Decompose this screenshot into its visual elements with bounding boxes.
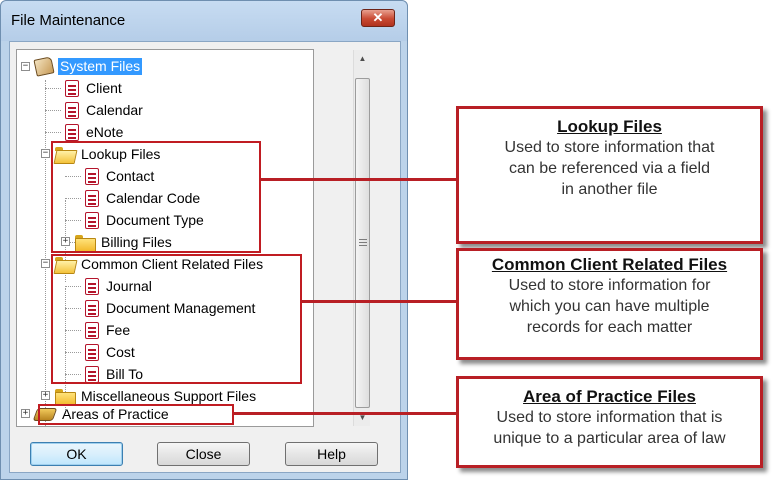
help-button[interactable]: Help	[285, 442, 378, 466]
title-bar[interactable]: File Maintenance ✕	[1, 1, 407, 41]
expand-misc-support-files-toggle[interactable]: +	[41, 391, 50, 400]
scroll-thumb[interactable]	[355, 78, 370, 408]
lookup-files-callout: Lookup Files Used to store information t…	[456, 106, 763, 244]
tree-node-calendar[interactable]: Calendar	[65, 101, 145, 120]
close-window-button[interactable]: ✕	[361, 9, 395, 27]
callout-line: Used to store information that is	[496, 409, 723, 426]
tree-node-label: Client	[86, 80, 122, 96]
common-client-files-callout: Common Client Related Files Used to stor…	[456, 248, 763, 360]
lookup-connector-line	[261, 178, 459, 181]
area-of-practice-callout: Area of Practice Files Used to store inf…	[456, 376, 763, 468]
common-connector-line	[302, 300, 457, 303]
tree-node-label: Calendar	[86, 102, 143, 118]
collapse-lookup-files-toggle[interactable]: −	[41, 149, 50, 158]
tree-node-label: eNote	[86, 124, 124, 140]
common-client-files-highlight	[51, 254, 302, 384]
callout-line: Used to store information for	[508, 277, 711, 294]
callout-title: Common Client Related Files	[491, 255, 728, 274]
tree-node-system-files[interactable]: System Files	[33, 56, 143, 77]
practice-connector-line	[234, 412, 459, 415]
callout-title: Area of Practice Files	[523, 387, 696, 406]
scroll-up-arrow-icon[interactable]: ▲	[354, 50, 371, 67]
callout-line: which you can have multiple	[509, 298, 710, 315]
tree-node-client[interactable]: Client	[65, 79, 124, 98]
tree-node-label: System Files	[58, 58, 143, 75]
book-icon	[33, 56, 55, 77]
callout-line: can be referenced via a field	[508, 160, 710, 177]
tree-node-label: Miscellaneous Support Files	[81, 388, 257, 404]
callout-line: records for each matter	[526, 319, 693, 336]
lookup-files-highlight	[51, 141, 261, 253]
window-title: File Maintenance	[11, 12, 126, 29]
document-icon	[65, 80, 79, 97]
document-icon	[65, 102, 79, 119]
callout-line: in another file	[561, 181, 658, 198]
folder-icon	[55, 389, 76, 406]
close-icon: ✕	[372, 10, 384, 25]
callout-title: Lookup Files	[557, 117, 662, 136]
collapse-common-client-files-toggle[interactable]: −	[41, 259, 50, 268]
document-icon	[65, 124, 79, 141]
areas-of-practice-highlight	[38, 404, 234, 425]
callout-line: Used to store information that	[504, 139, 715, 156]
close-button[interactable]: Close	[157, 442, 250, 466]
expand-areas-of-practice-toggle[interactable]: +	[21, 409, 30, 418]
tree-node-enote[interactable]: eNote	[65, 123, 125, 142]
tree-scrollbar[interactable]: ▲ ▼	[353, 50, 370, 426]
callout-line: unique to a particular area of law	[493, 430, 726, 447]
collapse-system-files-toggle[interactable]: −	[21, 62, 30, 71]
ok-button[interactable]: OK	[30, 442, 123, 466]
